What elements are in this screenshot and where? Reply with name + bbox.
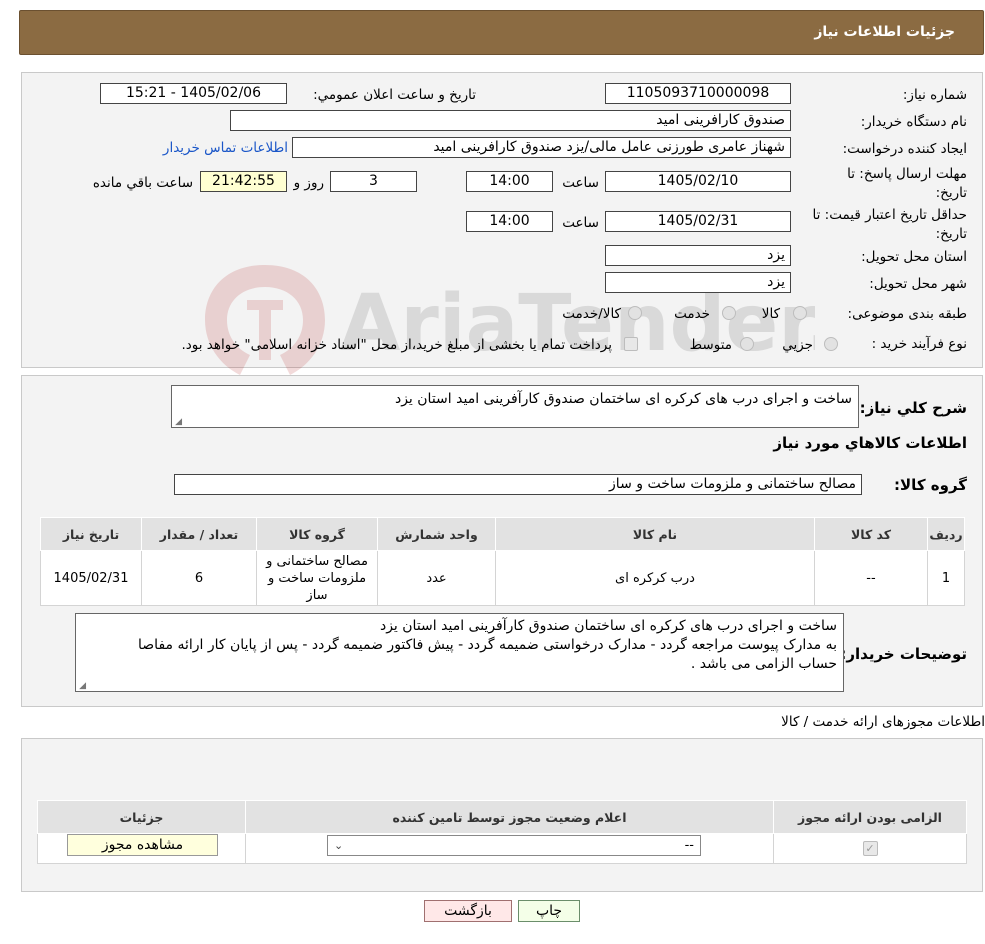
- col-goods-group: گروه کالا: [256, 517, 378, 551]
- description-textarea[interactable]: ساخت و اجرای درب های کرکره ای ساختمان صن…: [171, 385, 859, 428]
- process-minor-label: جزیي: [782, 337, 813, 353]
- deadline-label: مهلت ارسال پاسخ: تا تاریخ:: [847, 166, 967, 201]
- payment-note: پرداخت تمام یا بخشی از مبلغ خرید،از محل …: [181, 337, 612, 353]
- print-button[interactable]: چاپ: [518, 900, 580, 922]
- watermark-logo-icon: [205, 265, 325, 375]
- permits-table-header: الزامی بودن ارائه مجوز اعلام وضعیت مجوز …: [37, 800, 967, 834]
- permits-section-title: اطلاعات مجوزهای ارائه خدمت / کالا: [781, 714, 985, 730]
- resize-grip-icon[interactable]: ◢: [174, 418, 182, 427]
- days-label: روز و: [293, 175, 324, 191]
- cell-row-number: 1: [927, 550, 965, 606]
- province-label: استان محل تحویل:: [861, 249, 967, 265]
- process-minor-radio[interactable]: [824, 337, 838, 351]
- buyer-notes-line3: حساب الزامی می باشد .: [690, 656, 837, 672]
- resize-grip-icon[interactable]: ◢: [78, 682, 86, 691]
- days-field: 3: [330, 171, 417, 192]
- col-permit-status: اعلام وضعیت مجوز توسط تامین کننده: [245, 800, 774, 834]
- validity-time-field: 14:00: [466, 211, 553, 232]
- chevron-down-icon: ⌄: [334, 839, 344, 852]
- remaining-label: ساعت باقي مانده: [92, 175, 193, 191]
- goods-group-label: گروه کالا:: [894, 476, 967, 494]
- view-permit-button[interactable]: مشاهده مجوز: [67, 834, 218, 856]
- goods-table: ردیف کد کالا نام کالا واحد شمارش گروه کا…: [40, 517, 965, 606]
- category-service-label: خدمت: [674, 306, 710, 322]
- treasury-payment-checkbox[interactable]: [624, 337, 638, 351]
- cell-goods-name: درب کرکره ای: [495, 550, 815, 606]
- col-quantity: تعداد / مقدار: [141, 517, 257, 551]
- process-medium-radio[interactable]: [740, 337, 754, 351]
- category-service-radio[interactable]: [722, 306, 736, 320]
- deadline-time-label: ساعت: [562, 175, 599, 191]
- goods-table-header: ردیف کد کالا نام کالا واحد شمارش گروه کا…: [40, 517, 965, 551]
- validity-label: حداقل تاریخ اعتبار قیمت: تا تاریخ:: [812, 207, 967, 242]
- category-goods-service-label: کالا/خدمت: [562, 306, 621, 322]
- city-label: شهر محل تحویل:: [869, 276, 967, 292]
- col-row-number: ردیف: [927, 517, 965, 551]
- category-goods-radio[interactable]: [793, 306, 807, 320]
- permit-status-select[interactable]: -- ⌄: [327, 835, 701, 856]
- validity-date-field: 1405/02/31: [605, 211, 791, 232]
- col-unit: واحد شمارش: [377, 517, 496, 551]
- cell-permit-required: ✓: [773, 833, 967, 864]
- goods-group-field: مصالح ساختمانی و ملزومات ساخت و ساز: [174, 474, 862, 495]
- deadline-time-field: 14:00: [466, 171, 553, 192]
- need-number-field: 1105093710000098: [605, 83, 791, 104]
- cell-goods-group: مصالح ساختمانی و ملزومات ساخت و ساز: [256, 550, 378, 606]
- buyer-notes-line1: ساخت و اجرای درب های کرکره ای ساختمان صن…: [379, 618, 837, 634]
- cell-need-date: 1405/02/31: [40, 550, 142, 606]
- announce-field: 1405/02/06 - 15:21: [100, 83, 287, 104]
- category-goods-label: کالا: [761, 306, 780, 322]
- validity-time-label: ساعت: [562, 215, 599, 231]
- creator-field: شهناز عامری طورزنی عامل مالی/یزد صندوق ک…: [292, 137, 791, 158]
- cell-goods-code: --: [814, 550, 928, 606]
- col-permit-required: الزامی بودن ارائه مجوز: [773, 800, 967, 834]
- cell-unit: عدد: [377, 550, 496, 606]
- buyer-field: صندوق کارافرینی امید: [230, 110, 791, 131]
- province-field: یزد: [605, 245, 791, 266]
- creator-label: ایجاد کننده درخواست:: [842, 141, 967, 157]
- col-goods-name: نام کالا: [495, 517, 815, 551]
- process-medium-label: متوسط: [689, 337, 732, 353]
- page-title: جزئیات اطلاعات نیاز: [814, 24, 955, 40]
- col-goods-code: کد کالا: [814, 517, 928, 551]
- back-button[interactable]: بازگشت: [424, 900, 512, 922]
- category-goods-service-radio[interactable]: [628, 306, 642, 320]
- col-permit-details: جزئیات: [37, 800, 246, 834]
- buyer-label: نام دستگاه خریدار:: [860, 114, 967, 130]
- process-label: نوع فرآیند خرید :: [871, 336, 967, 352]
- table-row: 1 -- درب کرکره ای عدد مصالح ساختمانی و م…: [40, 550, 965, 606]
- permit-status-value: --: [684, 838, 694, 853]
- description-label: شرح کلي نیاز:: [859, 399, 967, 417]
- deadline-date-field: 1405/02/10: [605, 171, 791, 192]
- category-label: طبقه بندی موضوعی:: [847, 306, 967, 322]
- goods-section-title: اطلاعات کالاهاي مورد نیاز: [773, 434, 967, 452]
- cell-quantity: 6: [141, 550, 257, 606]
- page-header: جزئیات اطلاعات نیاز: [19, 10, 984, 55]
- buyer-notes-line2: به مدارک پیوست مراجعه گردد - مدارک درخوا…: [138, 637, 837, 653]
- buyer-contact-link[interactable]: اطلاعات تماس خريدار: [163, 140, 288, 156]
- buyer-notes-textarea[interactable]: ساخت و اجرای درب های کرکره ای ساختمان صن…: [75, 613, 844, 692]
- announce-label: تاریخ و ساعت اعلان عمومي:: [313, 87, 476, 103]
- col-need-date: تاریخ نیاز: [40, 517, 142, 551]
- city-field: یزد: [605, 272, 791, 293]
- remaining-time-field: 21:42:55: [200, 171, 287, 192]
- description-text: ساخت و اجرای درب های کرکره ای ساختمان صن…: [394, 391, 852, 407]
- need-number-label: شماره نیاز:: [902, 87, 967, 103]
- permit-required-checkbox[interactable]: ✓: [862, 841, 878, 856]
- buyer-notes-label: توضیحات خریدار:: [840, 645, 967, 663]
